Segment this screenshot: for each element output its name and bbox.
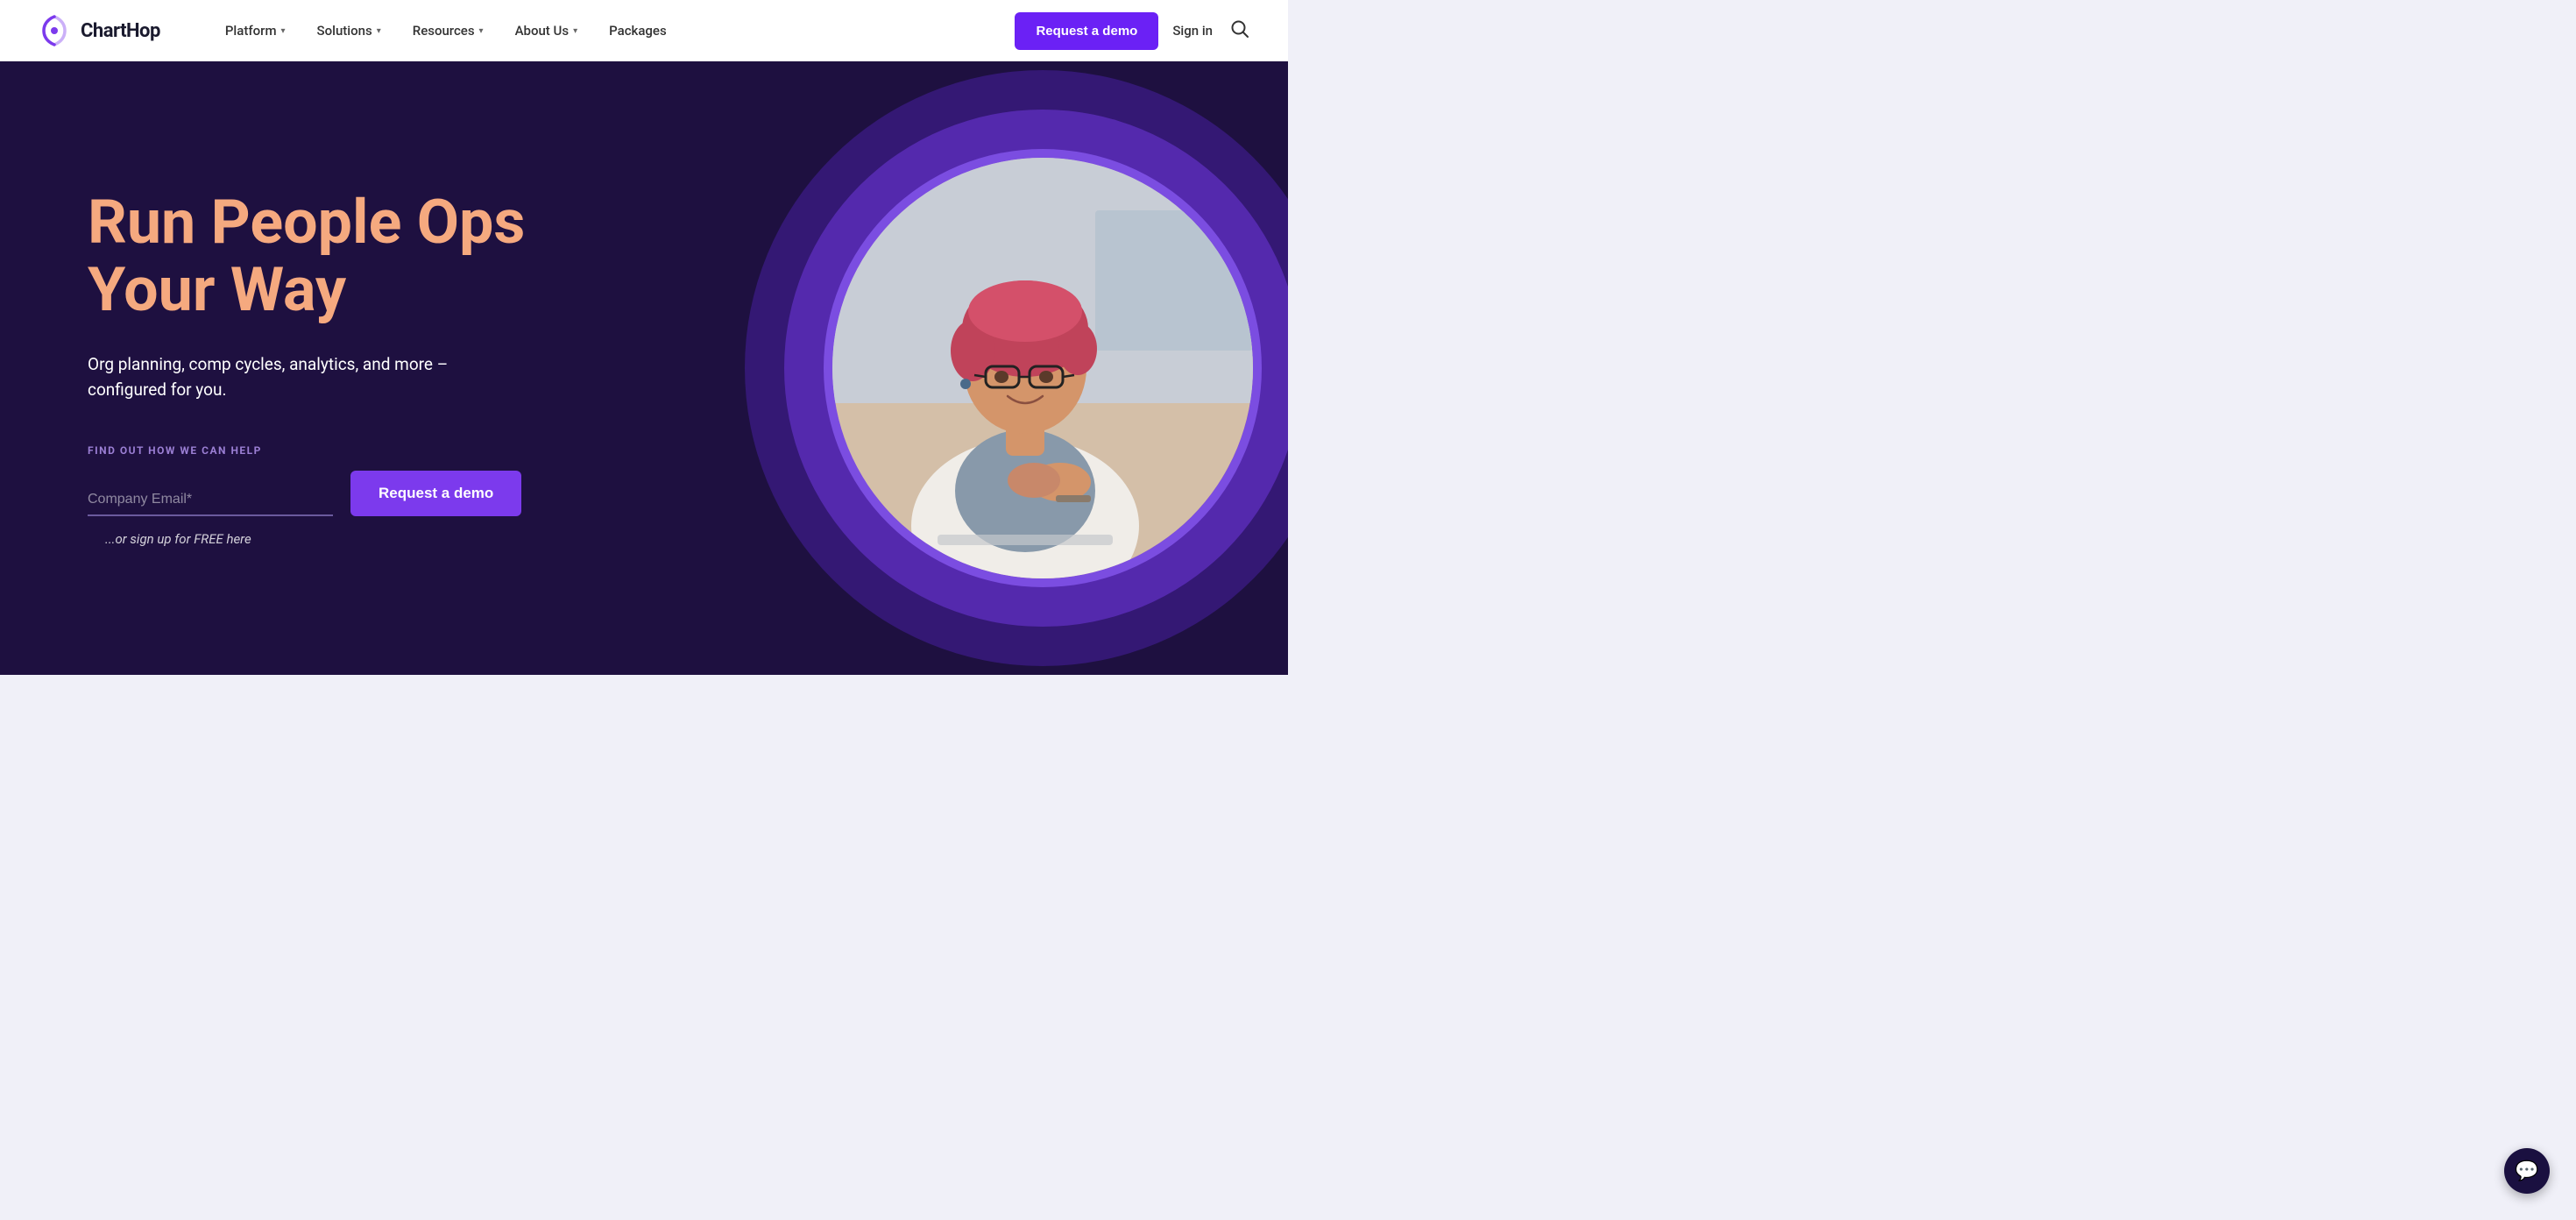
nav-request-demo-button[interactable]: Request a demo xyxy=(1015,12,1158,50)
nav-item-resources[interactable]: Resources ▾ xyxy=(400,16,496,46)
nav-item-about-us[interactable]: About Us ▾ xyxy=(503,16,591,46)
person-illustration xyxy=(832,158,1253,578)
hero-person-image xyxy=(832,158,1253,578)
company-email-input[interactable] xyxy=(88,485,333,516)
nav-item-platform[interactable]: Platform ▾ xyxy=(213,16,298,46)
hero-signup-text: ...or sign up for FREE here xyxy=(88,530,526,547)
chat-icon: 💬 xyxy=(2515,1160,2538,1182)
sign-in-link[interactable]: Sign in xyxy=(1172,23,1213,39)
charthop-logo-icon xyxy=(35,11,74,50)
nav-item-solutions[interactable]: Solutions ▾ xyxy=(305,16,393,46)
hero-section: Run People Ops Your Way Org planning, co… xyxy=(0,61,1288,675)
nav-right: Request a demo Sign in xyxy=(1015,12,1253,50)
hero-content: Run People Ops Your Way Org planning, co… xyxy=(0,119,613,617)
chevron-down-icon: ▾ xyxy=(281,26,286,36)
logo-link[interactable]: ChartHop xyxy=(35,11,160,50)
chevron-down-icon: ▾ xyxy=(479,26,484,36)
nav-resources-label: Resources xyxy=(413,23,475,39)
hero-title: Run People Ops Your Way xyxy=(88,189,526,324)
chat-widget[interactable]: 💬 xyxy=(2504,1148,2550,1194)
hero-form-row: Request a demo xyxy=(88,471,526,516)
nav-item-packages[interactable]: Packages xyxy=(597,16,679,46)
nav-links: Platform ▾ Solutions ▾ Resources ▾ About… xyxy=(213,16,1016,46)
hero-signup-link[interactable]: ...or sign up for FREE here xyxy=(105,531,251,547)
hero-subtitle: Org planning, comp cycles, analytics, an… xyxy=(88,352,456,402)
logo-text: ChartHop xyxy=(81,20,160,42)
chevron-down-icon: ▾ xyxy=(573,26,577,36)
nav-platform-label: Platform xyxy=(225,23,277,39)
hero-request-demo-button[interactable]: Request a demo xyxy=(350,471,521,516)
nav-solutions-label: Solutions xyxy=(317,23,372,39)
hero-visual xyxy=(745,70,1288,666)
hero-form-label: FIND OUT HOW WE CAN HELP xyxy=(88,444,526,457)
nav-about-label: About Us xyxy=(515,23,570,39)
navbar: ChartHop Platform ▾ Solutions ▾ Resource… xyxy=(0,0,1288,61)
nav-packages-label: Packages xyxy=(609,23,667,39)
chevron-down-icon: ▾ xyxy=(377,26,381,36)
search-icon[interactable] xyxy=(1227,16,1253,46)
